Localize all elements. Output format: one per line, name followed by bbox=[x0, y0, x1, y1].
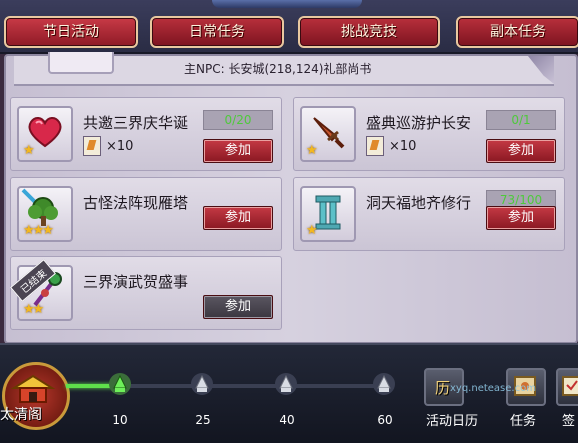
activity-icon-frame: ★ bbox=[17, 106, 73, 162]
star-rating: ★ bbox=[306, 143, 318, 158]
milestone-label: 10 bbox=[112, 413, 128, 427]
reward-count: ×10 bbox=[389, 138, 417, 154]
progress-counter: 0/1 bbox=[486, 110, 556, 130]
corner-ornament bbox=[528, 56, 554, 84]
top-tab-bar: 节日活动 日常任务 挑战竞技 副本任务 bbox=[0, 0, 578, 54]
milestone-reward-icon-achieved[interactable] bbox=[108, 372, 132, 396]
reward-item: ×10 bbox=[366, 136, 416, 156]
milestone-label: 40 bbox=[279, 413, 295, 427]
activity-card: ★★★ 古怪法阵现雁塔 参加 bbox=[10, 177, 282, 251]
star-rating: ★ bbox=[23, 143, 35, 158]
tab-challenge[interactable]: 挑战竞技 bbox=[298, 16, 440, 48]
activity-icon-frame: 已结束 ★★ bbox=[10, 259, 73, 321]
activity-title: 古怪法阵现雁塔 bbox=[83, 194, 189, 212]
activity-card: ★ 洞天福地齐修行 73/100 参加 bbox=[293, 177, 565, 251]
activity-card: ★ 盛典巡游护长安 0/1 ×10 参加 bbox=[293, 97, 565, 171]
join-button-disabled[interactable]: 参加 bbox=[203, 295, 273, 319]
progress-track bbox=[124, 384, 394, 388]
activity-title: 盛典巡游护长安 bbox=[366, 114, 472, 132]
sign-in-icon bbox=[562, 376, 578, 396]
milestone-reward-icon[interactable] bbox=[190, 372, 214, 396]
activity-card: ★ 共邀三界庆华诞 0/20 ×10 参加 bbox=[10, 97, 282, 171]
milestone-label: 60 bbox=[377, 413, 393, 427]
npc-info-strip: 主NPC: 长安城(218,124)礼部尚书 bbox=[14, 52, 554, 86]
tab-dungeon-tasks[interactable]: 副本任务 bbox=[456, 16, 578, 48]
task-label: 任务 bbox=[510, 414, 537, 429]
activity-title: 共邀三界庆华诞 bbox=[83, 114, 189, 132]
milestone-reward-icon[interactable] bbox=[274, 372, 298, 396]
activity-calendar-label: 活动日历 bbox=[426, 414, 479, 429]
header-crest bbox=[212, 0, 362, 8]
reward-item: ×10 bbox=[83, 136, 133, 156]
scroll-ticket-icon bbox=[83, 136, 101, 156]
milestone-label: 25 bbox=[195, 413, 211, 427]
star-rating: ★ bbox=[306, 223, 318, 238]
activity-title: 三界演武贺盛事 bbox=[83, 273, 189, 291]
sign-in-label: 签 bbox=[562, 414, 576, 429]
npc-location-text: 主NPC: 长安城(218,124)礼部尚书 bbox=[184, 62, 372, 76]
scroll-ticket-icon bbox=[366, 136, 384, 156]
tab-holiday-events[interactable]: 节日活动 bbox=[4, 16, 138, 48]
calendar-icon: 历 bbox=[435, 379, 451, 397]
milestone-reward-icon[interactable] bbox=[372, 372, 396, 396]
join-button[interactable]: 参加 bbox=[486, 206, 556, 230]
activity-title: 洞天福地齐修行 bbox=[366, 194, 472, 212]
reward-count: ×10 bbox=[106, 138, 134, 154]
watermark-text: xyq.netease.com bbox=[450, 383, 536, 394]
progress-counter: 0/20 bbox=[203, 110, 273, 130]
tab-daily-tasks[interactable]: 日常任务 bbox=[150, 16, 284, 48]
sign-in-button[interactable] bbox=[556, 368, 578, 406]
activity-icon-frame: ★ bbox=[300, 186, 356, 242]
activity-card: 已结束 ★★ 三界演武贺盛事 参加 bbox=[10, 256, 282, 330]
npc-strip-tab bbox=[48, 52, 114, 74]
join-button[interactable]: 参加 bbox=[203, 206, 273, 230]
activity-icon-frame: ★★★ bbox=[17, 186, 73, 242]
emblem-label: 太清阁 bbox=[0, 407, 42, 423]
activity-icon-frame: ★ bbox=[300, 106, 356, 162]
star-rating: ★★★ bbox=[23, 223, 54, 238]
star-rating: ★★ bbox=[23, 302, 44, 317]
join-button[interactable]: 参加 bbox=[486, 139, 556, 163]
join-button[interactable]: 参加 bbox=[203, 139, 273, 163]
